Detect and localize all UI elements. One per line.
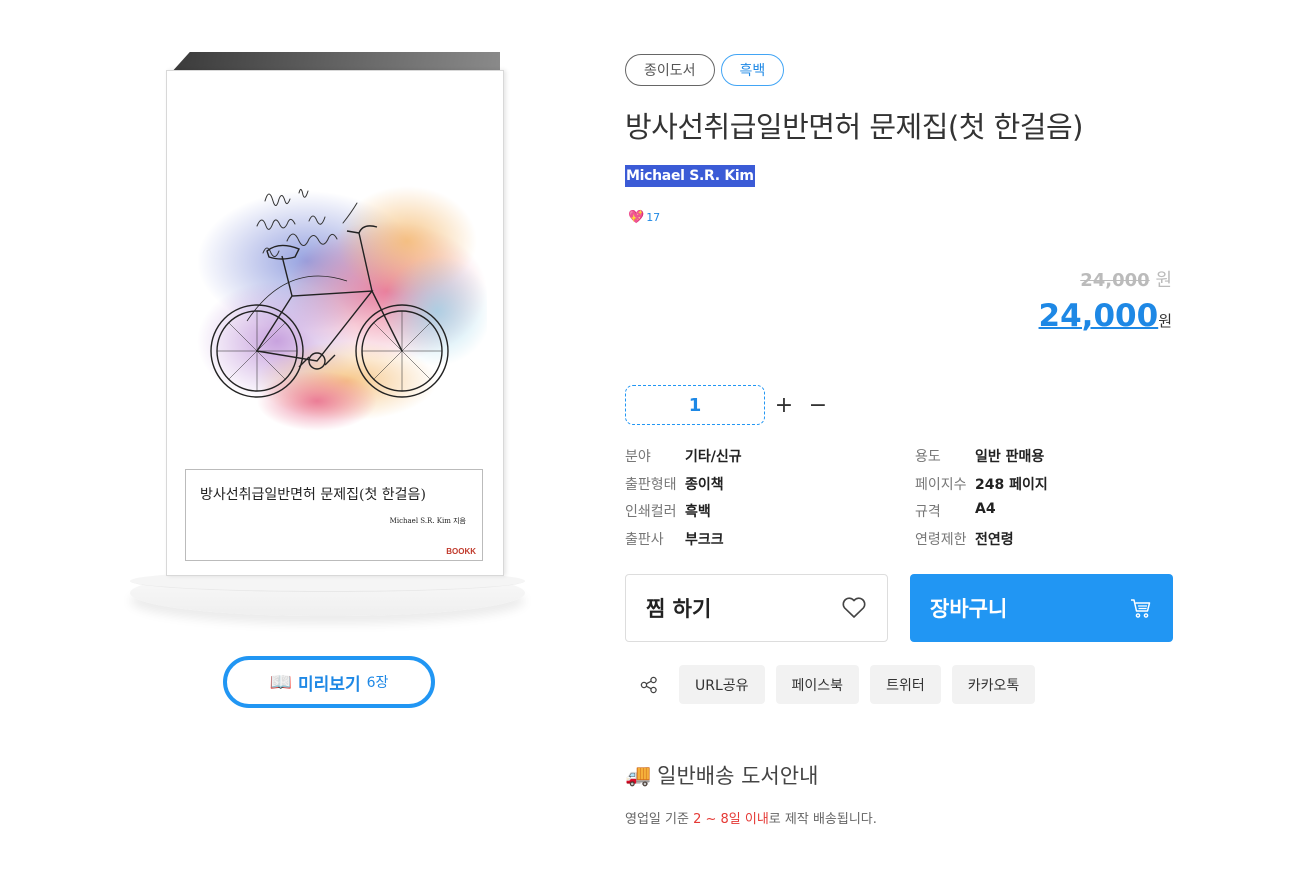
shipping-note: 영업일 기준 2 ~ 8일 이내로 제작 배송됩니다. [625, 808, 877, 827]
quantity-input[interactable] [625, 385, 765, 425]
spec-value: 일반 판매용 [975, 449, 1045, 465]
format-tags: 종이도서 흑백 [625, 54, 785, 86]
original-price-value: 24,000 [1080, 270, 1150, 291]
cover-publisher-logo: BOOKK [446, 547, 476, 556]
spec-row: 인쇄컬러 흑백 [625, 501, 711, 521]
share-facebook-button[interactable]: 페이스북 [775, 665, 860, 704]
spec-value: 전연령 [975, 532, 1014, 548]
spec-label: 분야 [625, 449, 651, 465]
author-name[interactable]: Michael S.R. Kim [625, 165, 755, 187]
cart-label: 장바구니 [930, 597, 1008, 621]
spec-value: 248 페이지 [975, 477, 1048, 493]
spec-row: 연령제한 전연령 [915, 529, 1014, 549]
spec-value: 종이책 [685, 477, 724, 493]
tag-paper-book[interactable]: 종이도서 [625, 54, 715, 86]
bicycle-watercolor-illustration [197, 186, 487, 431]
spec-label: 인쇄컬러 [625, 504, 677, 520]
spec-label: 페이지수 [915, 477, 967, 493]
add-to-cart-button[interactable]: 장바구니 [910, 574, 1173, 642]
original-price-unit: 원 [1155, 270, 1172, 291]
spec-label: 출판사 [625, 532, 664, 548]
cover-title: 방사선취급일반면허 문제집(첫 한걸음) [200, 487, 426, 503]
preview-button[interactable]: 📖 미리보기 6장 [223, 656, 435, 708]
heart-icon: 💖 [628, 210, 645, 225]
share-twitter-button[interactable]: 트위터 [870, 665, 941, 704]
spec-row: 페이지수 248 페이지 [915, 474, 1048, 494]
sale-price-value: 24,000 [1038, 298, 1159, 334]
quantity-plus-button[interactable]: + [767, 393, 801, 418]
share-bar: URL공유 페이스북 트위터 카카오톡 [640, 665, 1036, 704]
spec-value: 흑백 [685, 504, 711, 520]
share-icon[interactable] [640, 676, 668, 694]
book-icon: 📖 [269, 671, 293, 693]
spec-value: 부크크 [685, 532, 724, 548]
cover-title-box: 방사선취급일반면허 문제집(첫 한걸음) Michael S.R. Kim 지음… [185, 469, 483, 561]
original-price: 24,000 원 [1080, 266, 1172, 292]
shipping-note-prefix: 영업일 기준 [625, 812, 694, 827]
like-count[interactable]: 💖 17 [628, 210, 660, 225]
preview-label: 미리보기 [298, 674, 361, 695]
spec-label: 용도 [915, 449, 941, 465]
book-mockup: 방사선취급일반면허 문제집(첫 한걸음) Michael S.R. Kim 지음… [130, 50, 525, 630]
spec-row: 출판형태 종이책 [625, 474, 724, 494]
spec-label: 규격 [915, 504, 941, 520]
spec-value: A4 [975, 501, 996, 517]
sale-price: 24,000원 [1039, 298, 1172, 334]
spec-label: 연령제한 [915, 532, 967, 548]
cart-icon [1131, 599, 1151, 618]
spec-row: 분야 기타/신규 [625, 446, 742, 466]
heart-outline-icon [842, 597, 866, 618]
like-count-value: 17 [646, 211, 661, 224]
share-kakaotalk-button[interactable]: 카카오톡 [951, 665, 1036, 704]
shipping-note-suffix: 로 제작 배송됩니다. [768, 812, 877, 827]
cover-author: Michael S.R. Kim 지음 [389, 517, 466, 525]
sale-price-unit: 원 [1158, 312, 1172, 330]
preview-page-count: 6장 [366, 675, 389, 691]
book-cover: 방사선취급일반면허 문제집(첫 한걸음) Michael S.R. Kim 지음… [166, 70, 504, 576]
quantity-stepper: + − [625, 385, 835, 425]
truck-icon: 🚚 [625, 762, 652, 787]
product-title: 방사선취급일반면허 문제집(첫 한걸음) [625, 110, 1083, 144]
spec-row: 용도 일반 판매용 [915, 446, 1044, 466]
spec-value: 기타/신규 [685, 449, 742, 465]
book-cover-image: 방사선취급일반면허 문제집(첫 한걸음) Michael S.R. Kim 지음… [166, 50, 504, 576]
spec-row: 출판사 부크크 [625, 529, 724, 549]
tag-black-white[interactable]: 흑백 [720, 54, 785, 86]
wishlist-label: 찜 하기 [646, 597, 712, 621]
shipping-title-text: 일반배송 도서안내 [657, 764, 819, 788]
share-url-button[interactable]: URL공유 [679, 665, 765, 704]
quantity-minus-button[interactable]: − [801, 393, 835, 418]
wishlist-button[interactable]: 찜 하기 [625, 574, 888, 642]
spec-row: 규격 A4 [915, 501, 996, 521]
shipping-days: 2 ~ 8일 이내 [693, 812, 769, 827]
shipping-title: 🚚 일반배송 도서안내 [625, 760, 818, 790]
spec-label: 출판형태 [625, 477, 677, 493]
